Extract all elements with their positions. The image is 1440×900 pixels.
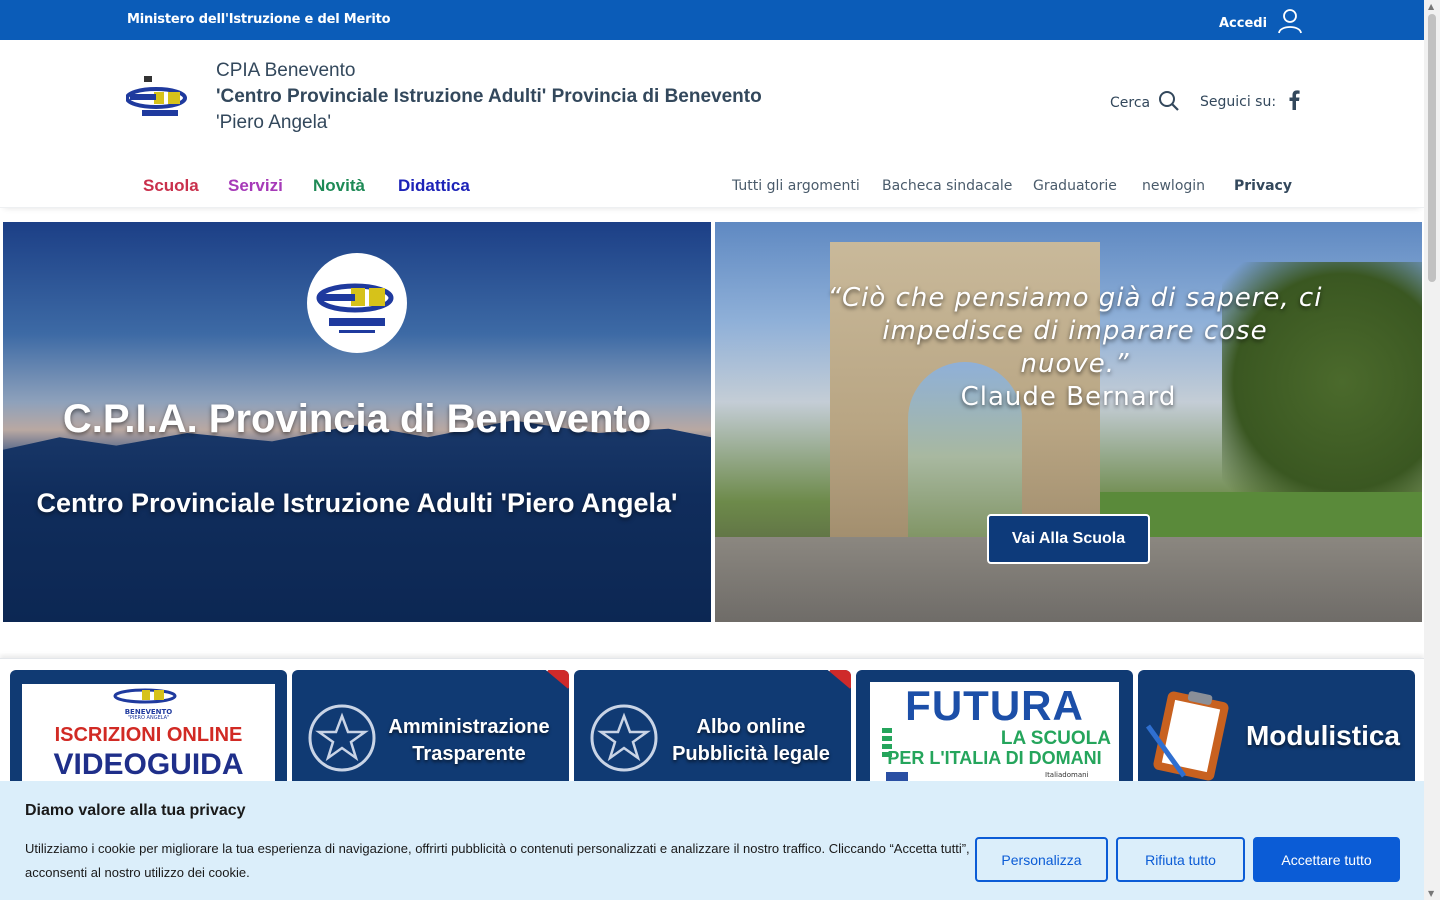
accept-all-button[interactable]: Accettare tutto: [1253, 837, 1400, 882]
hero-banner-right: “Ciò che pensiamo già di sapere, ci impe…: [715, 222, 1422, 622]
page-scrollbar[interactable]: ▲ ▼: [1424, 0, 1440, 900]
nav-privacy[interactable]: Privacy: [1234, 178, 1292, 194]
main-navigation: Scuola Servizi Novità Didattica Tutti gl…: [0, 160, 1424, 208]
card-futura-panel: FUTURA LA SCUOLA PER L'ITALIA DI DOMANI …: [870, 682, 1119, 790]
card-futura[interactable]: FUTURA LA SCUOLA PER L'ITALIA DI DOMANI …: [856, 670, 1133, 790]
user-icon: [1277, 8, 1303, 38]
card-iscrizioni-line1: ISCRIZIONI ONLINE: [54, 724, 243, 746]
hero-title: C.P.I.A. Provincia di Benevento: [62, 397, 652, 441]
brand-line2: 'Centro Provinciale Istruzione Adulti' P…: [216, 86, 762, 107]
brand-line3: 'Piero Angela': [216, 112, 332, 133]
social-links: Seguici su:: [1200, 90, 1300, 114]
cookie-banner: Diamo valore alla tua privacy Utilizziam…: [0, 781, 1424, 900]
card-futura-line4: Italiadomani: [1045, 771, 1089, 779]
card-iscrizioni-line2: VIDEOGUIDA: [53, 748, 244, 781]
go-to-school-button[interactable]: Vai Alla Scuola: [987, 514, 1150, 564]
card-iscrizioni-badge2: "PIERO ANGELA": [127, 715, 170, 721]
nav-servizi[interactable]: Servizi: [228, 176, 283, 196]
card-amministrazione-line1: Amministrazione: [388, 716, 550, 738]
card-albo-line1: Albo online: [696, 716, 806, 738]
scroll-down-arrow-icon[interactable]: ▼: [1428, 889, 1434, 898]
hero-banner-left: C.P.I.A. Provincia di Benevento Centro P…: [3, 222, 711, 622]
card-albo-online[interactable]: Albo online Pubblicità legale: [574, 670, 851, 790]
republic-emblem-icon: [306, 698, 378, 782]
nav-graduatorie[interactable]: Graduatorie: [1033, 178, 1117, 194]
search-button[interactable]: Cerca: [1110, 90, 1180, 116]
card-iscrizioni-videoguida[interactable]: BENEVENTO "PIERO ANGELA" ISCRIZIONI ONLI…: [10, 670, 287, 790]
scroll-up-arrow-icon[interactable]: ▲: [1428, 2, 1434, 11]
card-futura-line1: FUTURA: [905, 682, 1084, 729]
hero-logo: [307, 253, 407, 353]
italian-flag-ribbon: [507, 670, 569, 689]
nav-newlogin[interactable]: newlogin: [1142, 178, 1205, 194]
customize-cookies-button[interactable]: Personalizza: [975, 837, 1108, 882]
italian-flag-ribbon-2: [789, 670, 851, 689]
top-bar: Ministero dell'Istruzione e del Merito A…: [0, 0, 1424, 40]
follow-label: Seguici su:: [1200, 94, 1277, 110]
ministry-link[interactable]: Ministero dell'Istruzione e del Merito: [127, 12, 391, 27]
search-label: Cerca: [1110, 95, 1151, 111]
brand-title[interactable]: CPIA Benevento 'Centro Provinciale Istru…: [216, 60, 762, 134]
card-modulistica[interactable]: Modulistica: [1138, 670, 1415, 790]
nav-bacheca-sindacale[interactable]: Bacheca sindacale: [882, 178, 1012, 194]
card-albo-line2: Pubblicità legale: [672, 743, 830, 765]
card-amministrazione-line2: Trasparente: [412, 743, 526, 765]
brand-line1: CPIA Benevento: [216, 60, 356, 81]
school-logo[interactable]: [125, 74, 190, 126]
hero-quote: “Ciò che pensiamo già di sapere, ci impe…: [827, 283, 1323, 379]
nav-novita[interactable]: Novità: [313, 176, 365, 196]
card-modulistica-label: Modulistica: [1245, 720, 1400, 751]
card-futura-line2: LA SCUOLA: [1000, 728, 1111, 749]
hero-quote-author: Claude Bernard: [960, 382, 1177, 412]
card-iscrizioni-logo: [112, 688, 182, 710]
card-amministrazione-trasparente[interactable]: Amministrazione Trasparente: [292, 670, 569, 790]
reject-all-button[interactable]: Rifiuta tutto: [1116, 837, 1245, 882]
republic-emblem-icon-2: [588, 698, 660, 782]
nav-tutti-argomenti[interactable]: Tutti gli argomenti: [732, 178, 860, 194]
hero-subtitle: Centro Provinciale Istruzione Adulti 'Pi…: [36, 488, 678, 518]
search-icon: [1158, 90, 1180, 116]
card-iscrizioni-panel: BENEVENTO "PIERO ANGELA" ISCRIZIONI ONLI…: [22, 684, 275, 790]
facebook-icon[interactable]: [1288, 90, 1300, 114]
nav-scuola[interactable]: Scuola: [143, 176, 199, 196]
cookie-title: Diamo valore alla tua privacy: [25, 802, 246, 819]
login-label: Accedi: [1219, 15, 1268, 31]
clipboard-icon: [1144, 686, 1236, 786]
scrollbar-thumb[interactable]: [1428, 14, 1436, 282]
nav-didattica[interactable]: Didattica: [398, 176, 470, 196]
login-button[interactable]: Accedi: [1219, 8, 1303, 38]
card-futura-line3: PER L'ITALIA DI DOMANI: [887, 748, 1102, 768]
cookie-text: Utilizziamo i cookie per migliorare la t…: [25, 841, 970, 880]
